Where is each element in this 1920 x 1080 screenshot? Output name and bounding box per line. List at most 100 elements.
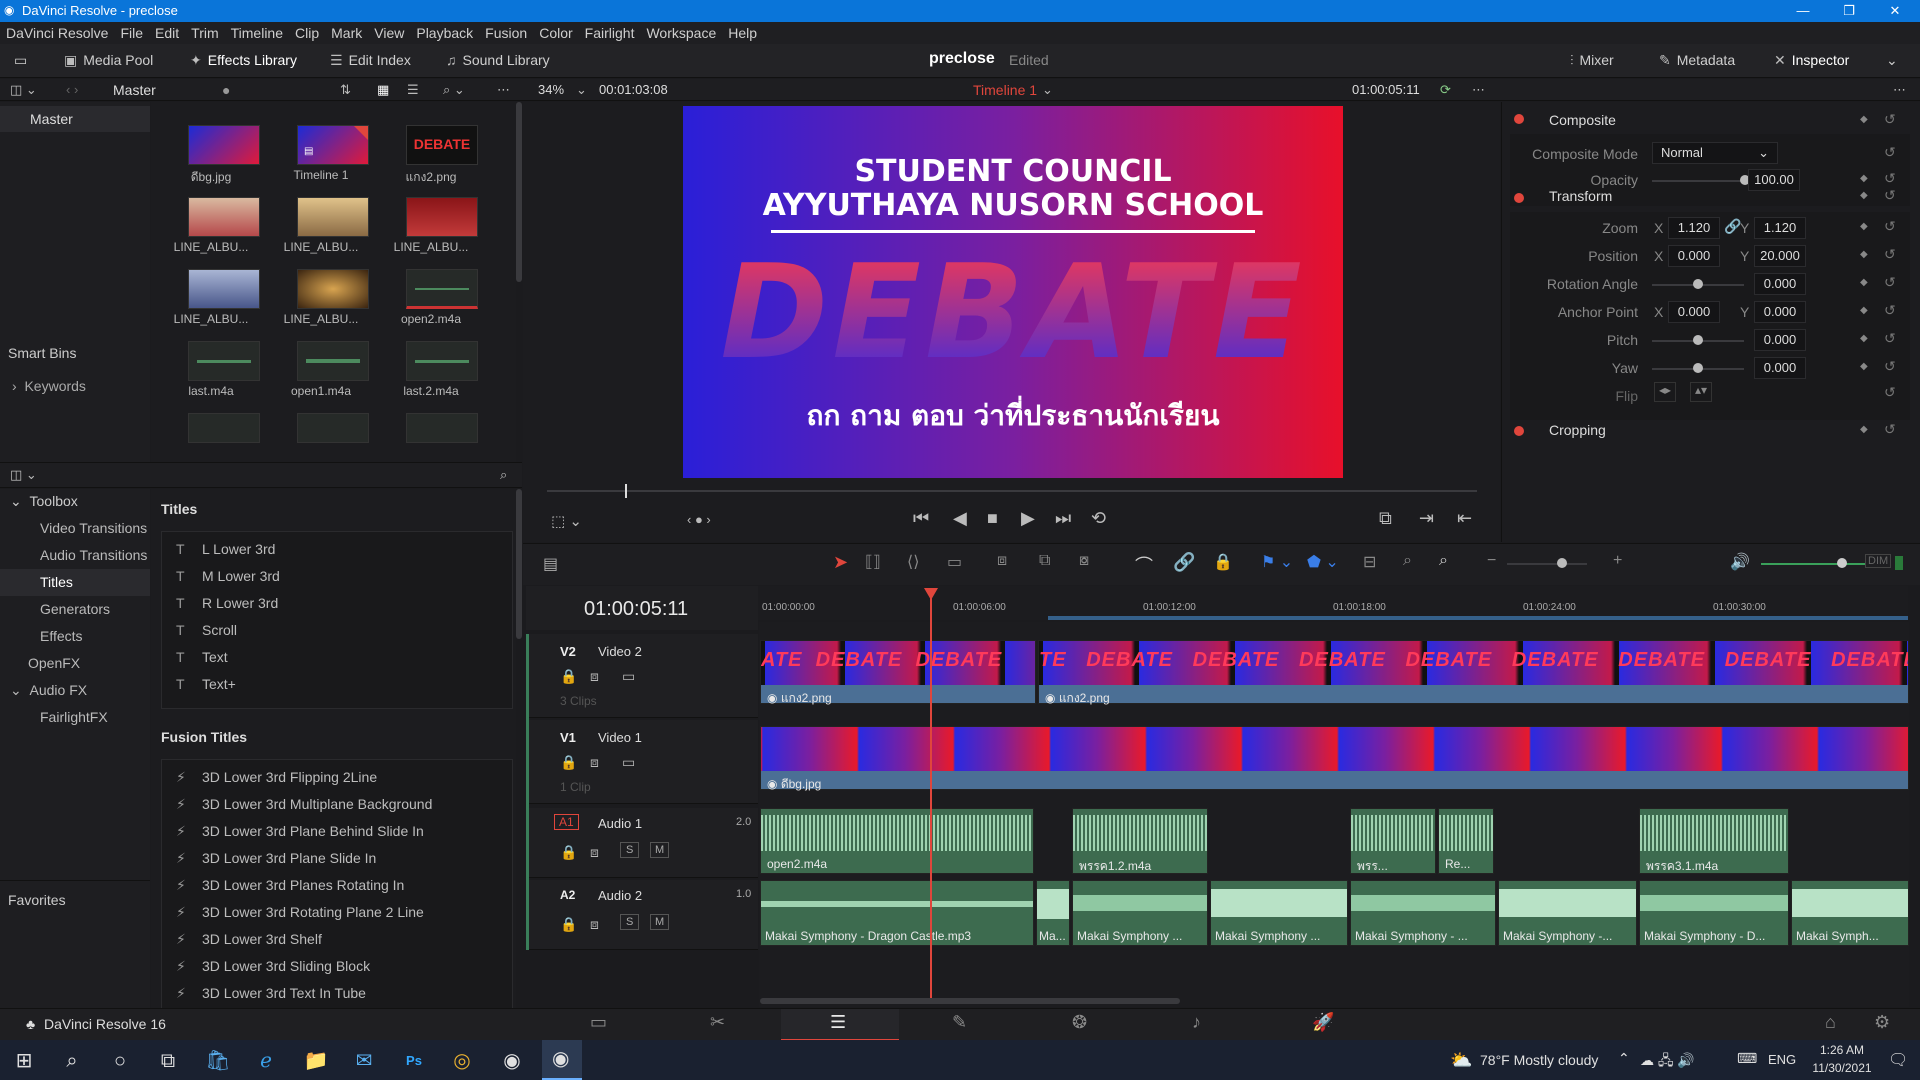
tree-audio-fx[interactable]: ⌄ Audio FX <box>10 682 87 699</box>
position-x-field[interactable]: 0.000 <box>1668 245 1720 267</box>
composite-enable-toggle[interactable] <box>1514 114 1524 124</box>
keyboard-icon[interactable]: ⌨ <box>1737 1050 1757 1067</box>
fusion-title-item[interactable]: ⚡ 3D Lower 3rd Text In Tube <box>162 980 512 1007</box>
search-icon[interactable]: ⌕ <box>500 467 507 483</box>
keyframe-icon[interactable]: ◆ <box>1860 190 1868 201</box>
viewer-scrubber[interactable] <box>547 490 1477 492</box>
clip-thumbnail[interactable]: DEBATE <box>406 125 478 165</box>
audio-thumbnail[interactable] <box>297 413 369 443</box>
rotation-slider-handle[interactable] <box>1693 279 1703 289</box>
windows-start-icon[interactable]: ⊞ <box>4 1046 44 1076</box>
reset-icon[interactable]: ↺ <box>1884 187 1896 204</box>
clip-thumbnail[interactable] <box>406 197 478 237</box>
zoom-y-field[interactable]: 1.120 <box>1754 217 1806 239</box>
jog-control[interactable]: ‹ ● › <box>687 512 711 527</box>
timeline-zoom-slider[interactable] <box>1507 563 1587 565</box>
track-name[interactable]: Video 2 <box>598 644 642 659</box>
audio-clip[interactable]: Makai Symphony - Dragon Castle.mp3 <box>760 880 1034 946</box>
flip-horizontal-icon[interactable]: ◂▸ <box>1654 382 1676 402</box>
davinci-taskbar-icon[interactable]: ◉ <box>492 1046 532 1076</box>
rotation-field[interactable]: 0.000 <box>1754 273 1806 295</box>
audio-thumbnail[interactable] <box>188 341 260 381</box>
audio-clip[interactable]: พรรค3.1.m4a <box>1639 808 1789 874</box>
track-id[interactable]: A1 <box>554 814 579 830</box>
search-icon[interactable]: ⌕ ⌄ <box>443 82 465 98</box>
maximize-button[interactable]: ❐ <box>1826 0 1872 22</box>
menu-clip[interactable]: Clip <box>289 22 325 41</box>
fusion-title-item[interactable]: ⚡ 3D Lower 3rd Planes Rotating In <box>162 872 512 899</box>
fusion-title-item[interactable]: ⚡ 3D Lower 3rd Flipping 2Line <box>162 764 512 791</box>
keywords-smart-bin[interactable]: › Keywords <box>12 378 86 394</box>
zoom-x-field[interactable]: 1.120 <box>1668 217 1720 239</box>
reset-icon[interactable]: ↺ <box>1884 302 1896 319</box>
fusion-title-item[interactable]: ⚡ 3D Lower 3rd Rotating Plane 2 Line <box>162 899 512 926</box>
photoshop-icon[interactable]: Ps <box>394 1046 434 1076</box>
sync-icon[interactable]: ⟳ <box>1440 82 1451 98</box>
chrome-icon[interactable]: ◎ <box>442 1046 482 1076</box>
deliver-page-icon[interactable]: 🚀 <box>1312 1012 1334 1033</box>
overwrite-clip-icon[interactable]: ⧉ <box>1039 552 1050 570</box>
tree-effects[interactable]: Effects <box>40 628 83 644</box>
tree-video-transitions[interactable]: Video Transitions <box>40 520 147 536</box>
mixer-button[interactable]: ⫶ Mixer <box>1570 52 1614 69</box>
tree-generators[interactable]: Generators <box>40 601 110 617</box>
track-name[interactable]: Audio 2 <box>598 888 642 903</box>
audio-clip[interactable]: Makai Symphony ... <box>1072 880 1208 946</box>
go-to-start-icon[interactable]: ⏮ <box>913 508 929 529</box>
video-clip[interactable]: ◉ ดีbg.jpg <box>760 726 1909 791</box>
tree-titles-selected[interactable]: Titles <box>0 569 150 596</box>
title-item[interactable]: T L Lower 3rd <box>162 536 512 563</box>
next-edit-icon[interactable]: ⇥ <box>1419 508 1434 529</box>
keyframe-icon[interactable]: ◆ <box>1860 114 1868 125</box>
blade-tool-icon[interactable]: ▭ <box>947 552 962 572</box>
title-item[interactable]: T M Lower 3rd <box>162 563 512 590</box>
effects-library-button[interactable]: ✦ Effects Library <box>190 52 297 69</box>
reset-icon[interactable]: ↺ <box>1884 358 1896 375</box>
viewer-zoom[interactable]: 34% <box>538 82 564 97</box>
snapping-icon[interactable]: ⌒ <box>1135 552 1153 578</box>
pitch-slider-handle[interactable] <box>1693 335 1703 345</box>
close-button[interactable]: ✕ <box>1872 0 1918 22</box>
menu-davinci-resolve[interactable]: DaVinci Resolve <box>0 22 114 41</box>
timeline-scrollbar[interactable] <box>760 998 1180 1004</box>
solo-button[interactable]: S <box>620 842 640 858</box>
keyframe-icon[interactable]: ◆ <box>1860 277 1868 288</box>
color-page-icon[interactable]: ❂ <box>1072 1012 1087 1033</box>
list-view-icon[interactable]: ☰ <box>407 82 419 98</box>
pitch-field[interactable]: 0.000 <box>1754 329 1806 351</box>
opacity-slider[interactable] <box>1652 180 1744 182</box>
auto-select-icon[interactable]: ⧈ <box>590 754 599 771</box>
timeline-view-options-icon[interactable]: ▤ <box>543 554 558 574</box>
keyframe-icon[interactable]: ◆ <box>1860 361 1868 372</box>
minimize-button[interactable]: — <box>1780 0 1826 22</box>
sound-library-button[interactable]: ♫ Sound Library <box>446 52 550 68</box>
menu-fusion[interactable]: Fusion <box>479 22 533 41</box>
effects-scrollbar[interactable] <box>516 489 522 639</box>
audio-clip[interactable]: Makai Symphony -... <box>1498 880 1637 946</box>
panel-toggle-icon[interactable]: ◫ ⌄ <box>10 467 37 483</box>
edit-page-icon[interactable]: ☰ <box>830 1012 846 1033</box>
toolbox-group[interactable]: ⌄ Toolbox <box>10 493 78 510</box>
title-item[interactable]: T Scroll <box>162 617 512 644</box>
menu-edit[interactable]: Edit <box>149 22 185 41</box>
search-icon[interactable]: ⌕ <box>52 1046 92 1076</box>
scrubber-handle[interactable] <box>625 484 627 498</box>
full-zoom-icon[interactable]: ⊟ <box>1363 552 1376 572</box>
play-icon[interactable]: ▶ <box>1021 508 1035 529</box>
menu-trim[interactable]: Trim <box>185 22 224 41</box>
playhead-handle[interactable] <box>924 588 938 600</box>
match-frame-icon[interactable]: ⧉ <box>1379 508 1392 529</box>
keyframe-icon[interactable]: ◆ <box>1860 173 1868 184</box>
audio-clip[interactable]: พรร... <box>1350 808 1436 874</box>
title-item[interactable]: T Text+ <box>162 671 512 698</box>
anchor-x-field[interactable]: 0.000 <box>1668 301 1720 323</box>
lock-icon[interactable]: 🔒 <box>560 668 577 685</box>
keyframe-icon[interactable]: ◆ <box>1860 249 1868 260</box>
audio-clip[interactable]: Makai Symphony - ... <box>1350 880 1496 946</box>
track-name[interactable]: Audio 1 <box>598 816 642 831</box>
auto-select-icon[interactable]: ⧈ <box>590 668 599 685</box>
custom-zoom-icon[interactable]: ⌕ <box>1439 552 1448 570</box>
insert-clip-icon[interactable]: ⧈ <box>997 552 1007 570</box>
position-lock-icon[interactable]: 🔒 <box>1213 552 1233 572</box>
menu-timeline[interactable]: Timeline <box>225 22 289 41</box>
